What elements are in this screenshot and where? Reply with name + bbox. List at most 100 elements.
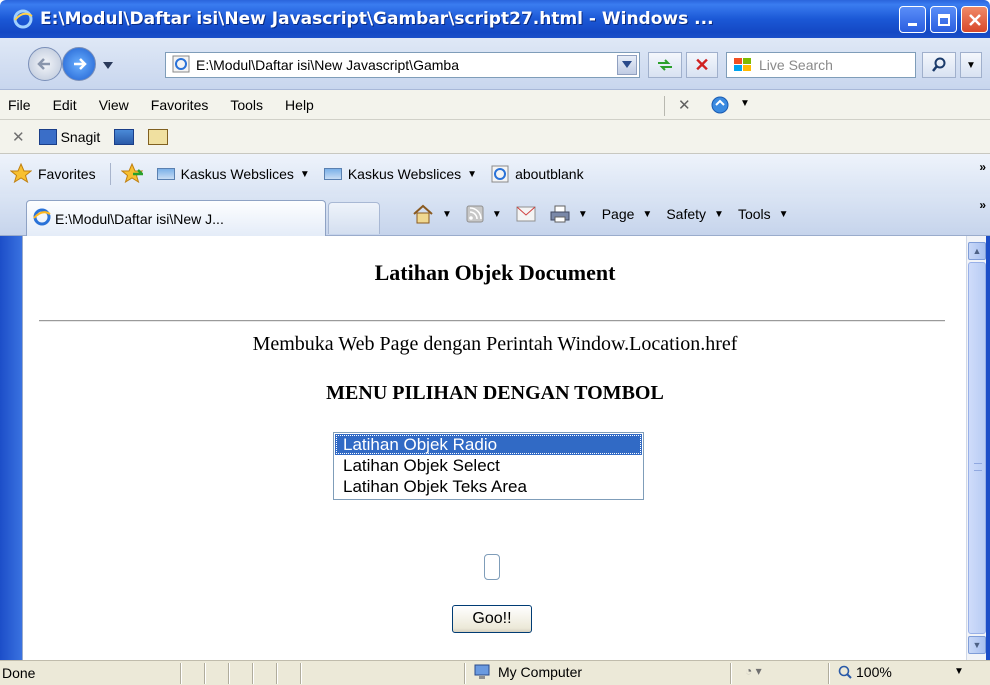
- status-divider: [252, 663, 254, 684]
- new-tab-button[interactable]: [328, 202, 380, 234]
- menu-view[interactable]: View: [99, 97, 129, 113]
- status-bar: Done My Computer ◔ ▾ 100% ▼: [0, 660, 990, 685]
- page-menu-button[interactable]: Page ▼: [602, 206, 653, 222]
- stop-button[interactable]: ✕: [686, 52, 718, 78]
- address-dropdown-button[interactable]: [617, 55, 637, 75]
- favorites-star-icon[interactable]: [9, 162, 33, 186]
- close-window-button[interactable]: [961, 6, 988, 33]
- printer-icon: [550, 205, 570, 223]
- vertical-scrollbar[interactable]: ▲ ▼: [966, 236, 986, 660]
- tools-menu-button[interactable]: Tools ▼: [738, 206, 789, 222]
- close-toolbar-icon[interactable]: ✕: [12, 128, 25, 146]
- status-divider: [228, 663, 230, 684]
- protected-mode-icon[interactable]: ◔ ▾: [745, 664, 762, 678]
- text-input[interactable]: [484, 554, 500, 580]
- search-button[interactable]: [922, 52, 956, 78]
- forward-arrow-icon: [74, 58, 87, 70]
- scrollbar-thumb[interactable]: [968, 262, 986, 634]
- chevron-more-icon[interactable]: »: [979, 160, 986, 174]
- safety-menu-button[interactable]: Safety ▼: [666, 206, 724, 222]
- refresh-button[interactable]: [648, 52, 682, 78]
- mail-icon: [516, 206, 536, 222]
- close-toolbar-icon[interactable]: ✕: [678, 96, 691, 114]
- zoom-label: 100%: [856, 664, 892, 680]
- favorites-bar: Favorites Kaskus Webslices ▼ Kaskus Webs…: [0, 154, 990, 194]
- snagit-toolbar: ✕ Snagit: [0, 120, 990, 154]
- page-subtitle: Membuka Web Page dengan Perintah Window.…: [252, 333, 738, 355]
- address-field[interactable]: E:\Modul\Daftar isi\New Javascript\Gamba: [165, 52, 640, 78]
- computer-icon: [474, 664, 490, 680]
- search-options-button[interactable]: ▼: [960, 52, 982, 78]
- zoom-level[interactable]: 100%: [838, 664, 892, 680]
- address-url: E:\Modul\Daftar isi\New Javascript\Gamba: [196, 57, 459, 73]
- tools-menu-label: Tools: [737, 206, 771, 222]
- toolbar-globe-icon[interactable]: [710, 95, 730, 118]
- home-button[interactable]: ▼: [412, 204, 452, 224]
- forward-button[interactable]: [62, 47, 96, 81]
- status-divider: [828, 663, 830, 684]
- window-title: E:\Modul\Daftar isi\New Javascript\Gamba…: [40, 9, 714, 29]
- safety-menu-label: Safety: [666, 206, 707, 222]
- webslice-item[interactable]: Kaskus Webslices ▼: [323, 166, 478, 182]
- status-divider: [276, 663, 278, 684]
- zoom-icon: [838, 665, 852, 679]
- capture-page-icon[interactable]: [148, 128, 169, 145]
- add-favorite-icon[interactable]: [120, 162, 145, 186]
- capture-region-icon[interactable]: [114, 128, 135, 145]
- home-icon: [413, 204, 433, 224]
- list-option[interactable]: Latihan Objek Teks Area: [335, 476, 642, 497]
- menu-edit[interactable]: Edit: [53, 97, 77, 113]
- search-placeholder: Live Search: [759, 57, 833, 73]
- back-button[interactable]: [28, 47, 62, 81]
- snagit-button[interactable]: Snagit: [61, 129, 101, 145]
- menu-favorites[interactable]: Favorites: [151, 97, 209, 113]
- ie-tab-icon: [33, 208, 51, 229]
- status-divider: [180, 663, 182, 684]
- refresh-icon: [658, 59, 672, 71]
- search-icon: [932, 57, 946, 72]
- scroll-up-button[interactable]: ▲: [968, 242, 986, 260]
- list-option-selected[interactable]: Latihan Objek Radio: [335, 434, 642, 455]
- menu-tools[interactable]: Tools: [230, 97, 263, 113]
- webslice-item[interactable]: Kaskus Webslices ▼: [156, 166, 310, 182]
- chevron-down-icon: ▼: [966, 59, 976, 71]
- status-divider: [204, 663, 206, 684]
- webslice-icon: [156, 168, 175, 180]
- chevron-more-icon[interactable]: »: [979, 198, 986, 212]
- security-zone[interactable]: My Computer: [474, 664, 582, 680]
- menu-file[interactable]: File: [8, 97, 31, 113]
- tab-active[interactable]: E:\Modul\Daftar isi\New J...: [26, 200, 326, 236]
- title-bar[interactable]: E:\Modul\Daftar isi\New Javascript\Gamba…: [0, 0, 990, 38]
- favorite-link-aboutblank[interactable]: aboutblank: [491, 165, 584, 183]
- favorites-separator: [109, 163, 111, 185]
- favorites-button[interactable]: Favorites: [38, 166, 96, 182]
- feeds-button[interactable]: ▼: [466, 205, 502, 223]
- scroll-down-button[interactable]: ▼: [968, 636, 986, 654]
- ie-logo-icon: [12, 8, 34, 30]
- chevron-down-icon[interactable]: ▼: [740, 98, 750, 109]
- chevron-down-icon: ▼: [778, 208, 789, 220]
- search-field[interactable]: Live Search: [726, 52, 916, 78]
- page-menu-label: Page: [601, 206, 635, 222]
- tab-label: E:\Modul\Daftar isi\New J...: [55, 210, 224, 227]
- horizontal-rule: [39, 320, 945, 322]
- chevron-down-icon: ▼: [577, 208, 588, 220]
- window-frame-right: [986, 236, 990, 660]
- chevron-down-icon[interactable]: ▼: [954, 666, 964, 677]
- menu-help[interactable]: Help: [285, 97, 314, 113]
- back-arrow-icon: [37, 58, 50, 70]
- go-button[interactable]: Goo!!: [452, 605, 532, 633]
- chevron-down-icon: ▼: [299, 168, 310, 180]
- read-mail-button[interactable]: [516, 206, 536, 222]
- chevron-down-icon: ▼: [467, 168, 478, 180]
- ie-page-icon: [491, 165, 509, 183]
- maximize-button[interactable]: [930, 6, 957, 33]
- list-option[interactable]: Latihan Objek Select: [335, 455, 642, 476]
- print-button[interactable]: ▼: [550, 205, 588, 223]
- chevron-down-icon: ▼: [442, 208, 452, 220]
- zone-label: My Computer: [498, 664, 583, 680]
- options-listbox[interactable]: Latihan Objek Radio Latihan Objek Select…: [333, 432, 644, 500]
- status-divider: [464, 663, 466, 684]
- history-dropdown-icon[interactable]: [103, 58, 113, 73]
- minimize-button[interactable]: [899, 6, 926, 33]
